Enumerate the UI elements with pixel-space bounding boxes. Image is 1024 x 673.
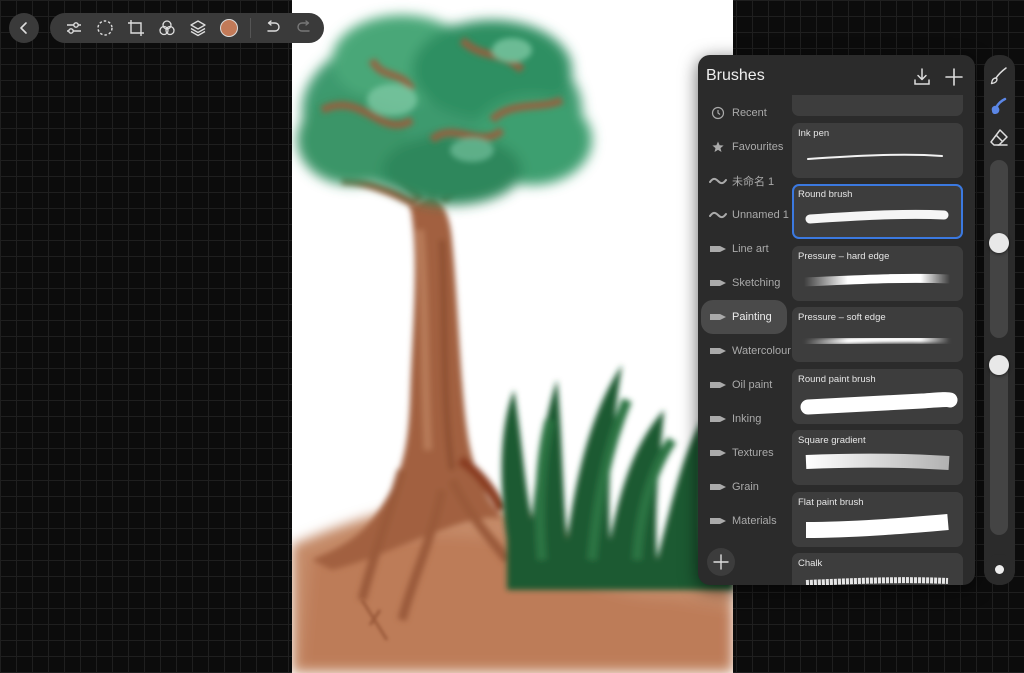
brush-category-item[interactable]: Grain: [701, 470, 787, 504]
brush-item[interactable]: Ink pen: [792, 122, 963, 178]
undo-button[interactable]: [257, 13, 288, 43]
star-icon: [709, 140, 727, 154]
redo-button[interactable]: [288, 13, 319, 43]
brush-category-label: 未命名 1: [732, 176, 775, 188]
brush-category-label: Grain: [732, 481, 759, 493]
brush-category-item[interactable]: Textures: [701, 436, 787, 470]
plus-icon: [713, 554, 729, 570]
add-category-button[interactable]: [707, 548, 735, 576]
color-button[interactable]: [213, 13, 244, 43]
brush-name-label: Pressure – soft edge: [798, 312, 886, 323]
brush-tip-icon: [709, 446, 727, 460]
brush-category-item[interactable]: Painting: [701, 300, 787, 334]
layers-button[interactable]: [182, 13, 213, 43]
brush-category-item[interactable]: Oil paint: [701, 368, 787, 402]
brush-name-label: Pressure – hard edge: [798, 250, 890, 262]
brush-item[interactable]: Flat paint brush: [792, 491, 963, 547]
brush-category-label: Painting: [732, 311, 772, 323]
brush-category-item[interactable]: 未命名 1: [701, 164, 787, 198]
brush-category-label: Line art: [732, 243, 769, 255]
brush-size-knob[interactable]: [989, 232, 1009, 253]
brush-tip-icon: [709, 310, 727, 324]
smudge-icon[interactable]: [988, 96, 1010, 118]
adjustments-button[interactable]: [58, 13, 89, 43]
brush-icon[interactable]: [988, 65, 1010, 87]
panel-title: Brushes: [706, 67, 765, 84]
brush-tip-icon: [709, 276, 727, 290]
drawing-canvas[interactable]: [292, 0, 733, 673]
modify-dot-icon: [995, 565, 1004, 574]
brush-tip-icon: [709, 514, 727, 528]
brush-tip-icon: [709, 242, 727, 256]
crop-icon: [127, 20, 144, 36]
chevron-left-icon: [20, 22, 27, 34]
back-button[interactable]: [9, 13, 39, 43]
brush-item[interactable]: Pressure – hard edge: [792, 245, 963, 301]
download-icon[interactable]: [911, 66, 933, 88]
brush-category-item[interactable]: Line art: [701, 232, 787, 266]
brush-category-label: Textures: [732, 447, 774, 459]
side-tool-rail: [984, 55, 1015, 585]
brush-opacity-slider[interactable]: [989, 355, 1009, 535]
wave-icon: [709, 174, 727, 188]
brush-category-item[interactable]: Materials: [701, 504, 787, 538]
brush-tip-icon: [709, 378, 727, 392]
brush-category-label: Inking: [732, 413, 762, 425]
brush-item[interactable]: [792, 95, 963, 116]
brush-library-list: Ink pen Round brush Pressure – hard edge Pr…: [792, 95, 963, 585]
brush-category-item[interactable]: Watercolour: [701, 334, 791, 368]
brush-category-label: Recent: [732, 107, 767, 119]
toolbar-divider: [250, 18, 251, 38]
eraser-icon[interactable]: [988, 127, 1010, 149]
brush-category-label: Sketching: [732, 277, 781, 289]
brush-category-label: Oil paint: [732, 379, 773, 391]
brush-category-list: Recent Favourites 未命名 1 Unnamed 1 Line art Sk…: [698, 96, 791, 538]
brush-category-label: Watercolour: [732, 345, 791, 357]
brush-tip-icon: [709, 412, 727, 426]
brush-item[interactable]: Pressure – soft edge: [792, 307, 963, 362]
selection-icon: [96, 20, 113, 36]
brush-size-slider[interactable]: [989, 160, 1009, 338]
wave-icon: [709, 208, 727, 222]
circles-icon: [158, 20, 175, 36]
brush-item[interactable]: Chalk: [792, 553, 963, 585]
brush-category-label: Materials: [732, 515, 777, 527]
brush-name-label: Ink pen: [798, 127, 830, 139]
brush-item[interactable]: Round paint brush: [792, 368, 963, 424]
undo-icon: [266, 20, 280, 32]
brush-name-label: Round paint brush: [798, 373, 876, 385]
current-color-swatch: [219, 19, 238, 37]
filters-button[interactable]: [151, 13, 182, 43]
plus-icon[interactable]: [943, 66, 965, 88]
brush-name-label: Chalk: [798, 558, 823, 569]
brushes-panel: Brushes Recent Favourites 未命名 1 Unnamed 1 Li…: [698, 55, 975, 585]
layers-icon: [189, 20, 206, 37]
modify-button[interactable]: [984, 554, 1015, 585]
brush-name-label: Square gradient: [798, 435, 866, 446]
brush-category-item[interactable]: Recent: [701, 96, 787, 130]
brush-category-item[interactable]: Sketching: [701, 266, 787, 300]
brush-category-item[interactable]: Inking: [701, 402, 787, 436]
sliders-icon: [66, 22, 81, 34]
brush-tip-icon: [709, 344, 727, 358]
brush-item[interactable]: Square gradient: [792, 430, 963, 485]
brush-item[interactable]: Round brush: [792, 184, 963, 239]
redo-icon: [296, 20, 310, 32]
brush-category-item[interactable]: Unnamed 1: [701, 198, 789, 232]
brush-category-label: Favourites: [732, 141, 784, 153]
transform-button[interactable]: [120, 13, 151, 43]
brush-category-item[interactable]: Favourites: [701, 130, 787, 164]
painting-artwork: [292, 15, 733, 673]
clock-icon: [709, 106, 727, 120]
brush-category-label: Unnamed 1: [732, 209, 789, 221]
top-toolbar: [50, 13, 324, 43]
brush-stroke-preview: [792, 95, 963, 116]
brush-name-label: Round brush: [798, 189, 853, 200]
selection-button[interactable]: [89, 13, 120, 43]
brush-name-label: Flat paint brush: [798, 496, 864, 508]
brush-opacity-knob[interactable]: [989, 355, 1009, 375]
brush-tip-icon: [709, 480, 727, 494]
